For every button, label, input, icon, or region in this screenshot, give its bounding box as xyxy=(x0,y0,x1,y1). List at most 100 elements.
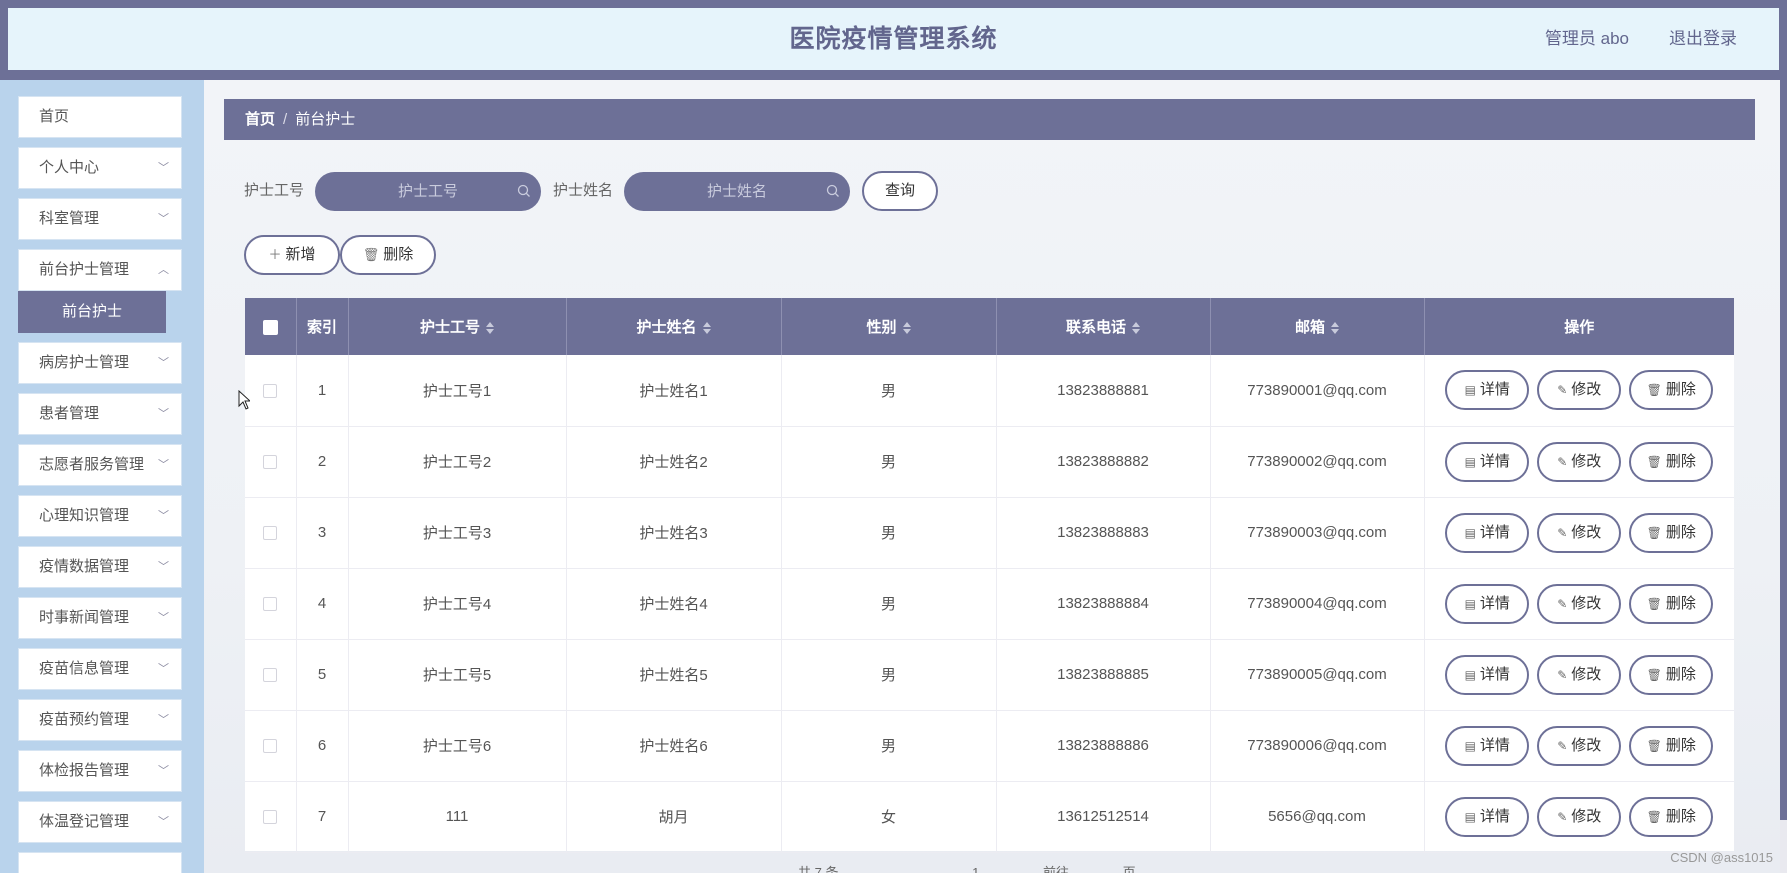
nurse-id-label: 护士工号 xyxy=(244,182,305,199)
cell-gender: 男 xyxy=(781,355,997,427)
sort-icon[interactable] xyxy=(1132,322,1140,335)
cell-actions: ▤ 详情 ✎ 修改 🗑 删除 xyxy=(1424,710,1734,782)
breadcrumb-home[interactable]: 首页 xyxy=(245,111,275,128)
detail-button[interactable]: ▤ 详情 xyxy=(1445,512,1530,553)
add-button[interactable]: ＋新增 xyxy=(244,235,340,275)
detail-button[interactable]: ▤ 详情 xyxy=(1445,441,1530,482)
detail-button[interactable]: ▤ 详情 xyxy=(1445,654,1530,695)
row-checkbox[interactable] xyxy=(263,597,278,612)
table-row: 3 护士工号3 护士姓名3 男 13823888883 773890003@qq… xyxy=(245,497,1734,569)
cell-phone: 13823888881 xyxy=(996,355,1211,427)
delete-button[interactable]: 🗑 删除 xyxy=(1629,583,1714,624)
sidebar-item-front-nurse-mgmt[interactable]: 前台护士管理 ︿ xyxy=(18,249,182,291)
edit-button[interactable]: ✎ 修改 xyxy=(1537,725,1622,766)
edit-button[interactable]: ✎ 修改 xyxy=(1537,370,1622,411)
trash-icon: 🗑 xyxy=(1646,596,1662,611)
row-select-cell[interactable] xyxy=(245,710,297,782)
sidebar-item-patients[interactable]: 患者管理 ﹀ xyxy=(18,393,182,435)
column-header-nurse-id[interactable]: 护士工号 xyxy=(348,298,567,355)
row-checkbox[interactable] xyxy=(263,383,278,398)
row-select-cell[interactable] xyxy=(245,568,297,640)
detail-button[interactable]: ▤ 详情 xyxy=(1445,583,1530,624)
delete-label: 删除 xyxy=(1665,523,1696,541)
row-select-cell[interactable] xyxy=(245,355,297,427)
chevron-down-icon: ﹀ xyxy=(158,213,169,225)
edit-button[interactable]: ✎ 修改 xyxy=(1537,441,1622,482)
cell-gender: 男 xyxy=(781,497,997,569)
delete-button[interactable]: 🗑 删除 xyxy=(1629,512,1714,553)
sidebar-item-label: 体检报告管理 xyxy=(39,762,130,779)
row-select-cell[interactable] xyxy=(245,497,297,569)
nurse-name-input[interactable]: 护士姓名 xyxy=(624,172,850,211)
edit-button[interactable]: ✎ 修改 xyxy=(1537,512,1622,553)
row-select-cell[interactable] xyxy=(245,781,297,853)
sort-icon[interactable] xyxy=(486,322,494,335)
delete-label: 删除 xyxy=(1665,452,1696,470)
pager-goto-label: 前往 xyxy=(1042,865,1069,873)
row-select-cell[interactable] xyxy=(245,426,297,498)
edit-button[interactable]: ✎ 修改 xyxy=(1537,583,1622,624)
cell-index: 3 xyxy=(296,497,349,569)
cell-actions: ▤ 详情 ✎ 修改 🗑 删除 xyxy=(1424,355,1734,427)
sidebar-item-vaccine-booking[interactable]: 疫苗预约管理 ﹀ xyxy=(18,699,182,741)
logout-link[interactable]: 退出登录 xyxy=(1669,8,1737,70)
sort-icon[interactable] xyxy=(902,322,911,335)
sidebar-item-label: 个人中心 xyxy=(39,159,100,176)
batch-delete-button[interactable]: 🗑 删除 xyxy=(340,235,436,275)
column-header-nurse-name[interactable]: 护士姓名 xyxy=(566,298,782,355)
delete-button[interactable]: 🗑 删除 xyxy=(1629,441,1714,482)
search-icon xyxy=(826,184,839,197)
sidebar-item-profile[interactable]: 个人中心 ﹀ xyxy=(18,147,182,189)
cell-nurse-id: 护士工号4 xyxy=(348,568,567,640)
detail-label: 详情 xyxy=(1479,594,1510,612)
delete-button[interactable]: 🗑 删除 xyxy=(1629,796,1714,837)
sidebar-item-temperature[interactable]: 体温登记管理 ﹀ xyxy=(18,801,182,843)
delete-button[interactable]: 🗑 删除 xyxy=(1629,654,1714,695)
cell-actions: ▤ 详情 ✎ 修改 🗑 删除 xyxy=(1424,781,1734,853)
edit-button[interactable]: ✎ 修改 xyxy=(1537,654,1622,695)
pencil-icon: ✎ xyxy=(1557,454,1568,469)
column-header-gender[interactable]: 性别 xyxy=(781,298,997,355)
sort-icon[interactable] xyxy=(1331,322,1339,335)
detail-button[interactable]: ▤ 详情 xyxy=(1445,725,1530,766)
row-checkbox[interactable] xyxy=(263,739,278,754)
nurse-id-input[interactable]: 护士工号 xyxy=(315,172,541,211)
row-checkbox[interactable] xyxy=(263,810,278,825)
edit-button[interactable]: ✎ 修改 xyxy=(1537,796,1622,837)
detail-button[interactable]: ▤ 详情 xyxy=(1445,796,1530,837)
row-select-cell[interactable] xyxy=(245,639,297,711)
sidebar-item-label: 疫苗信息管理 xyxy=(39,660,130,677)
delete-button[interactable]: 🗑 删除 xyxy=(1629,370,1714,411)
sort-icon[interactable] xyxy=(702,322,711,335)
sidebar-item-departments[interactable]: 科室管理 ﹀ xyxy=(18,198,182,240)
column-header-email[interactable]: 邮箱 xyxy=(1210,298,1425,355)
chevron-down-icon: ﹀ xyxy=(158,765,169,777)
delete-button[interactable]: 🗑 删除 xyxy=(1629,725,1714,766)
edit-label: 修改 xyxy=(1571,736,1602,754)
detail-button[interactable]: ▤ 详情 xyxy=(1445,370,1530,411)
scrollbar-thumb[interactable] xyxy=(1780,80,1787,820)
sidebar-item-home[interactable]: 首页 xyxy=(18,96,182,138)
sidebar-item-psychology[interactable]: 心理知识管理 ﹀ xyxy=(18,495,182,537)
sidebar-item-epidemic-data[interactable]: 疫情数据管理 ﹀ xyxy=(18,546,182,588)
column-header-label: 联系电话 xyxy=(1065,319,1126,336)
add-button-label: 新增 xyxy=(285,246,316,263)
sidebar-item-checkup-report[interactable]: 体检报告管理 ﹀ xyxy=(18,750,182,792)
column-header-phone[interactable]: 联系电话 xyxy=(996,298,1211,355)
row-checkbox[interactable] xyxy=(263,455,278,470)
select-all-checkbox[interactable] xyxy=(262,319,278,335)
query-button[interactable]: 查询 xyxy=(862,171,938,211)
edit-label: 修改 xyxy=(1571,523,1602,541)
sidebar-item-news[interactable]: 时事新闻管理 ﹀ xyxy=(18,597,182,639)
row-checkbox[interactable] xyxy=(263,526,278,541)
sidebar-item-ward-nurse-mgmt[interactable]: 病房护士管理 ﹀ xyxy=(18,342,182,384)
sidebar-item-vaccine-info[interactable]: 疫苗信息管理 ﹀ xyxy=(18,648,182,690)
select-all-cell[interactable] xyxy=(245,298,297,355)
pager-current-page[interactable]: 1 xyxy=(972,865,979,873)
row-checkbox[interactable] xyxy=(263,668,278,683)
sidebar-subitem-front-nurse[interactable]: 前台护士 xyxy=(18,291,166,333)
document-icon: ▤ xyxy=(1464,525,1476,540)
breadcrumb: 首页 / 前台护士 xyxy=(224,99,1755,140)
sidebar-item-more[interactable] xyxy=(18,852,182,873)
sidebar-item-volunteer[interactable]: 志愿者服务管理 ﹀ xyxy=(18,444,182,486)
